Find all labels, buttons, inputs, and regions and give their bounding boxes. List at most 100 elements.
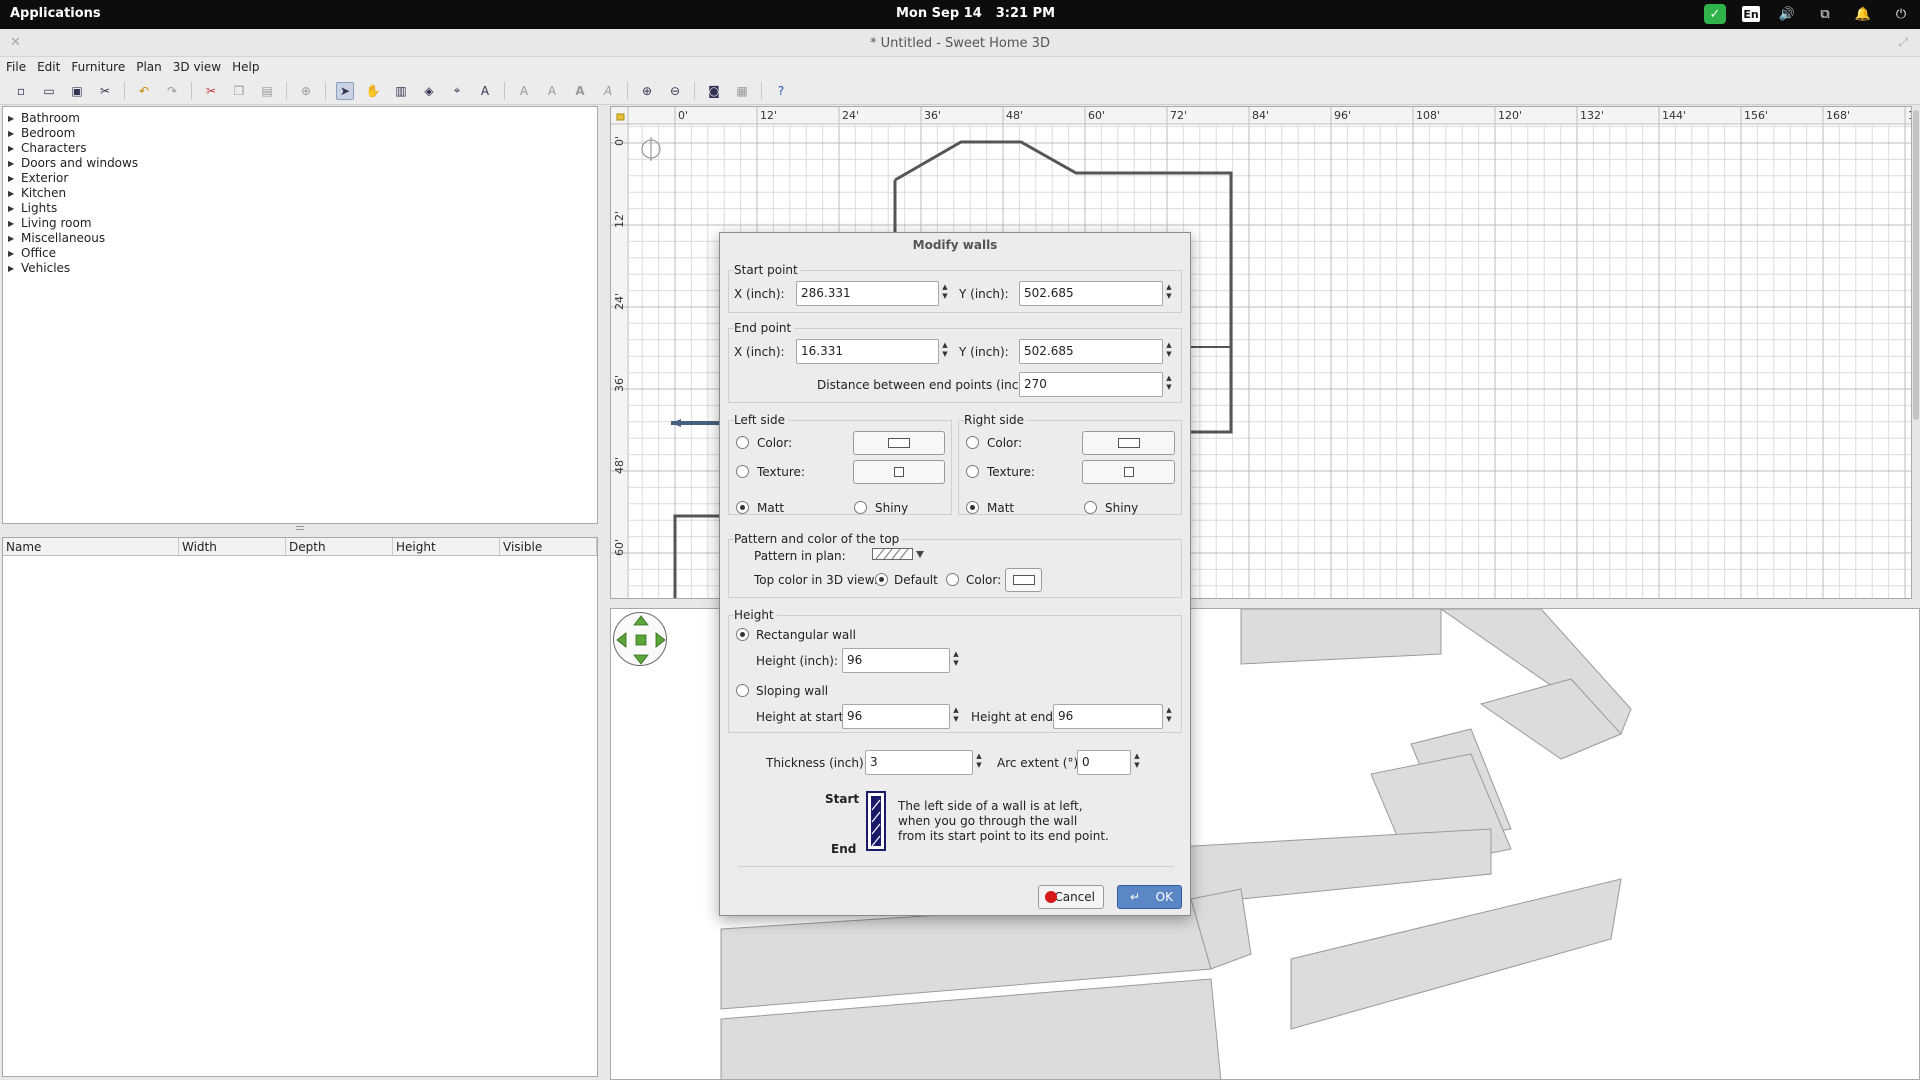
- maximize-window-icon[interactable]: ⤢: [1898, 35, 1908, 50]
- redo-icon[interactable]: ↷: [163, 82, 181, 100]
- vertical-splitter[interactable]: [600, 106, 610, 1080]
- height-input[interactable]: 96: [842, 648, 950, 673]
- clock[interactable]: Mon Sep 14 3:21 PM: [896, 6, 1069, 21]
- add-text-icon[interactable]: A: [476, 82, 494, 100]
- catalog-category-miscellaneous[interactable]: ▶ Miscellaneous: [3, 231, 597, 246]
- menu-help[interactable]: Help: [232, 57, 259, 77]
- horizontal-splitter[interactable]: [0, 524, 600, 534]
- furniture-table[interactable]: Name Width Depth Height Visible: [2, 537, 598, 1077]
- zoom-in-icon[interactable]: ⊕: [638, 82, 656, 100]
- thickness-input[interactable]: 3: [865, 750, 973, 775]
- zoom-out-icon[interactable]: ⊖: [666, 82, 684, 100]
- top-default-radio[interactable]: [875, 573, 888, 586]
- right-texture-radio[interactable]: [966, 465, 979, 478]
- spinner-arrows-icon[interactable]: ▲ ▼: [1131, 750, 1143, 775]
- sloping-wall-radio[interactable]: [736, 684, 749, 697]
- arc-extent-input[interactable]: 0: [1077, 750, 1131, 775]
- column-header-name[interactable]: Name: [3, 538, 179, 555]
- start-x-spinner[interactable]: 286.331 ▲ ▼: [796, 281, 951, 306]
- keyboard-layout-indicator[interactable]: En: [1742, 6, 1760, 22]
- spinner-arrows-icon[interactable]: ▲ ▼: [1163, 704, 1175, 729]
- arc-extent-spinner[interactable]: 0 ▲ ▼: [1077, 750, 1143, 775]
- height-start-spinner[interactable]: 96 ▲ ▼: [842, 704, 962, 729]
- expand-triangle-icon[interactable]: ▶: [8, 141, 14, 156]
- catalog-category-bedroom[interactable]: ▶ Bedroom: [3, 126, 597, 141]
- expand-triangle-icon[interactable]: ▶: [8, 186, 14, 201]
- catalog-category-kitchen[interactable]: ▶ Kitchen: [3, 186, 597, 201]
- new-icon[interactable]: ▫: [12, 82, 30, 100]
- 3d-navigation-arrows[interactable]: [613, 612, 667, 666]
- left-shiny-radio[interactable]: [854, 501, 867, 514]
- spinner-arrows-icon[interactable]: ▲ ▼: [950, 648, 962, 673]
- end-x-input[interactable]: 16.331: [796, 339, 939, 364]
- bold-text-icon[interactable]: A: [571, 82, 589, 100]
- menu-file[interactable]: File: [6, 57, 26, 77]
- expand-triangle-icon[interactable]: ▶: [8, 111, 14, 126]
- column-header-width[interactable]: Width: [179, 538, 286, 555]
- start-y-input[interactable]: 502.685: [1019, 281, 1163, 306]
- expand-triangle-icon[interactable]: ▶: [8, 126, 14, 141]
- right-matt-radio[interactable]: [966, 501, 979, 514]
- left-matt-radio[interactable]: [736, 501, 749, 514]
- spinner-arrows-icon[interactable]: ▲ ▼: [939, 339, 951, 364]
- expand-triangle-icon[interactable]: ▶: [8, 201, 14, 216]
- distance-spinner[interactable]: 270 ▲ ▼: [1019, 372, 1175, 397]
- left-texture-radio[interactable]: [736, 465, 749, 478]
- expand-triangle-icon[interactable]: ▶: [8, 246, 14, 261]
- scrollbar-thumb[interactable]: [1913, 110, 1919, 420]
- spinner-arrows-icon[interactable]: ▲ ▼: [1163, 339, 1175, 364]
- end-y-spinner[interactable]: 502.685 ▲ ▼: [1019, 339, 1175, 364]
- catalog-category-vehicles[interactable]: ▶ Vehicles: [3, 261, 597, 276]
- help-icon[interactable]: ?: [772, 82, 790, 100]
- expand-triangle-icon[interactable]: ▶: [8, 261, 14, 276]
- left-texture-button[interactable]: [853, 460, 945, 484]
- column-header-height[interactable]: Height: [393, 538, 500, 555]
- left-color-radio[interactable]: [736, 436, 749, 449]
- menu-3d-view[interactable]: 3D view: [173, 57, 221, 77]
- navigation-arrows-icon[interactable]: [614, 613, 668, 667]
- save-icon[interactable]: ▣: [68, 82, 86, 100]
- ok-button[interactable]: ↵ OK: [1117, 885, 1182, 909]
- create-photo-icon[interactable]: ◙: [705, 82, 723, 100]
- catalog-category-exterior[interactable]: ▶ Exterior: [3, 171, 597, 186]
- rectangular-wall-radio[interactable]: [736, 628, 749, 641]
- height-end-input[interactable]: 96: [1053, 704, 1163, 729]
- pattern-combo[interactable]: [872, 548, 926, 562]
- undo-icon[interactable]: ↶: [135, 82, 153, 100]
- expand-triangle-icon[interactable]: ▶: [8, 231, 14, 246]
- create-dimensions-icon[interactable]: ⌖: [448, 82, 466, 100]
- catalog-category-living-room[interactable]: ▶ Living room: [3, 216, 597, 231]
- right-texture-button[interactable]: [1082, 460, 1175, 484]
- shield-check-icon[interactable]: ✓: [1704, 4, 1726, 24]
- add-furniture-icon[interactable]: ⊕: [297, 82, 315, 100]
- catalog-category-lights[interactable]: ▶ Lights: [3, 201, 597, 216]
- decrease-text-icon[interactable]: A: [543, 82, 561, 100]
- spinner-arrows-icon[interactable]: ▲ ▼: [1163, 281, 1175, 306]
- expand-triangle-icon[interactable]: ▶: [8, 171, 14, 186]
- end-y-input[interactable]: 502.685: [1019, 339, 1163, 364]
- create-walls-icon[interactable]: ▥: [392, 82, 410, 100]
- right-color-radio[interactable]: [966, 436, 979, 449]
- height-end-spinner[interactable]: 96 ▲ ▼: [1053, 704, 1175, 729]
- spinner-arrows-icon[interactable]: ▲ ▼: [950, 704, 962, 729]
- left-color-button[interactable]: [853, 431, 945, 455]
- top-color-radio[interactable]: [946, 573, 959, 586]
- catalog-category-office[interactable]: ▶ Office: [3, 246, 597, 261]
- spinner-arrows-icon[interactable]: ▲ ▼: [1163, 372, 1175, 397]
- right-shiny-radio[interactable]: [1084, 501, 1097, 514]
- catalog-category-doors-and-windows[interactable]: ▶ Doors and windows: [3, 156, 597, 171]
- menu-edit[interactable]: Edit: [37, 57, 60, 77]
- menu-plan[interactable]: Plan: [136, 57, 162, 77]
- italic-text-icon[interactable]: A: [599, 82, 617, 100]
- cut-icon[interactable]: ✂: [202, 82, 220, 100]
- right-color-button[interactable]: [1082, 431, 1175, 455]
- thickness-spinner[interactable]: 3 ▲ ▼: [865, 750, 985, 775]
- column-header-visible[interactable]: Visible: [500, 538, 597, 555]
- top-color-button[interactable]: [1005, 568, 1042, 592]
- expand-triangle-icon[interactable]: ▶: [8, 156, 14, 171]
- notification-bell-icon[interactable]: 🔔: [1852, 4, 1874, 24]
- preferences-icon[interactable]: ✂: [96, 82, 114, 100]
- furniture-catalog-tree[interactable]: ▶ Bathroom ▶ Bedroom ▶ Characters ▶ Doors an…: [2, 106, 598, 524]
- create-rooms-icon[interactable]: ◈: [420, 82, 438, 100]
- select-icon[interactable]: ➤: [336, 81, 354, 100]
